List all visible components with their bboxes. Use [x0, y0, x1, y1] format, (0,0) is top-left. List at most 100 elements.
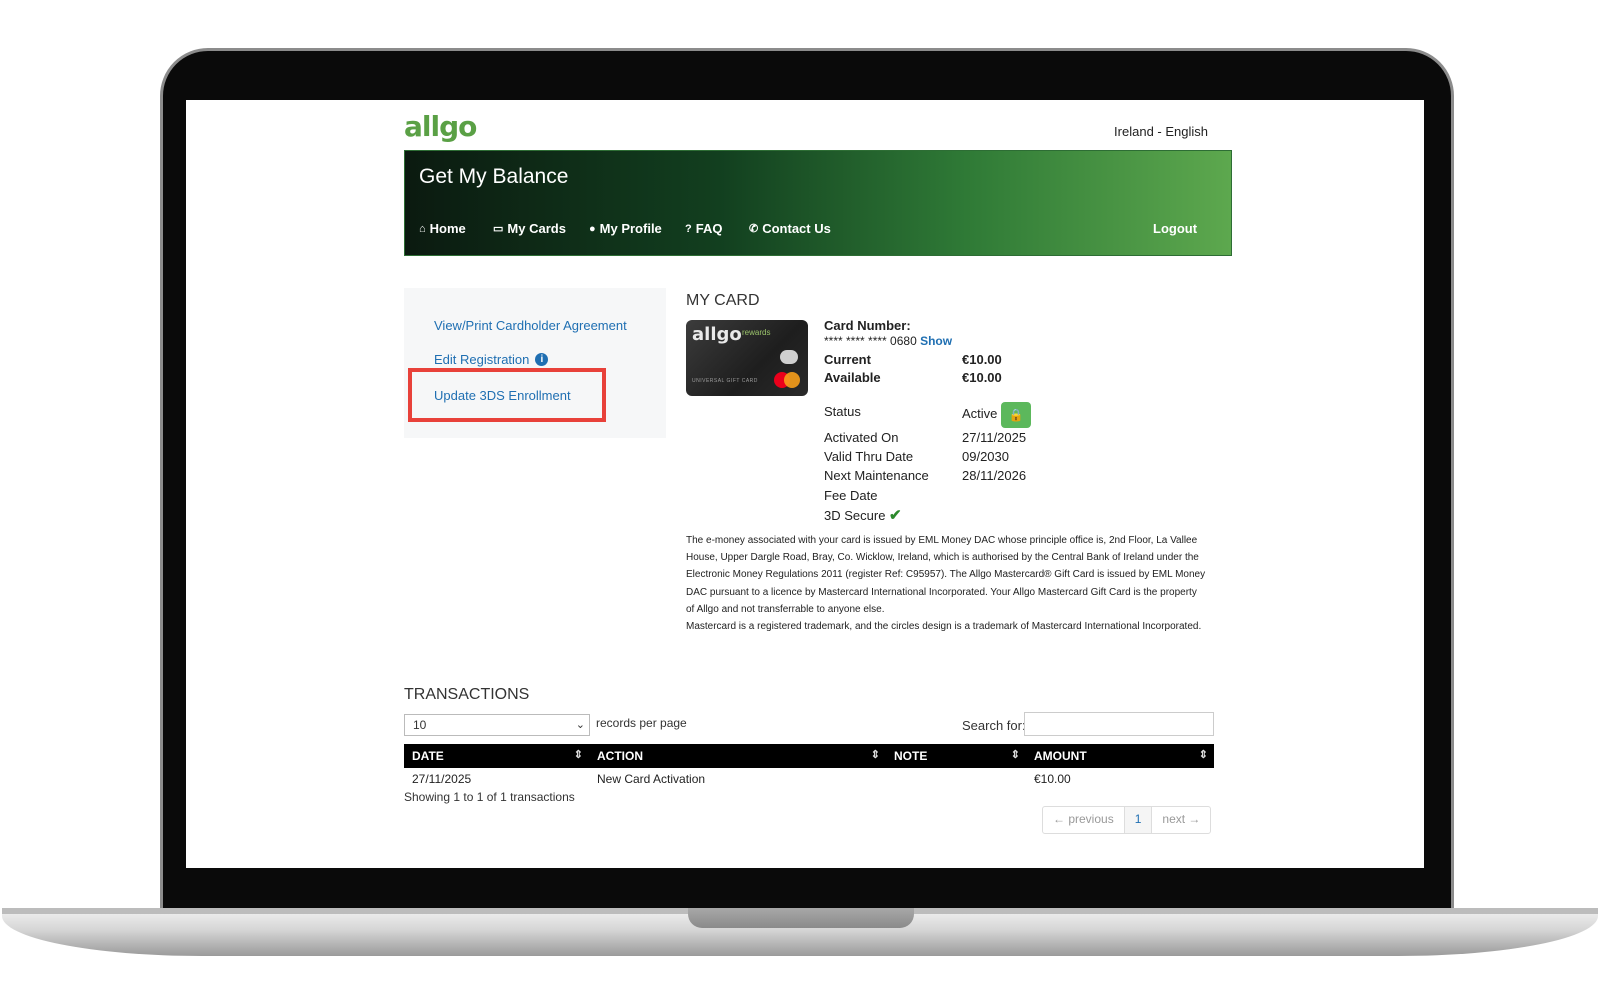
page-size-select[interactable]: 10 ⌄ [404, 714, 590, 736]
locale-selector[interactable]: Ireland - English [1114, 124, 1208, 139]
logout-label: Logout [1153, 221, 1198, 236]
sidebar: View/Print Cardholder Agreement Edit Reg… [404, 288, 666, 438]
valid-thru-value: 09/2030 [962, 449, 1009, 464]
disclaimer-line: DAC pursuant to a licence by Mastercard … [686, 586, 1197, 598]
card-subtitle: UNIVERSAL GIFT CARD [692, 378, 758, 384]
mastercard-yellow-circle [784, 372, 800, 388]
activated-on-label: Activated On [824, 430, 899, 445]
nav-home[interactable]: ⌂ Home [419, 221, 466, 236]
nav-my-profile-label: My Profile [599, 221, 662, 236]
highlight-box [408, 368, 606, 422]
main-nav: ⌂ Home ▭ My Cards ● My Profile ? FAQ ✆ Contac… [419, 221, 1217, 241]
column-header-date[interactable]: DATE ⇕ [404, 744, 589, 768]
mastercard-logo-icon [774, 372, 800, 388]
available-balance-value: €10.00 [962, 370, 1002, 385]
available-balance-label: Available [824, 370, 881, 385]
cell-action: New Card Activation [597, 772, 706, 786]
pagination: ← previous 1 next → [1042, 806, 1212, 834]
3d-secure-row: 3D Secure ✔ [824, 506, 902, 524]
sort-icon: ⇕ [1198, 749, 1208, 761]
nav-my-profile[interactable]: ● My Profile [589, 221, 662, 236]
transactions-table: DATE ⇕ ACTION ⇕ NOTE ⇕ AMOUNT ⇕ 27/11/2025 N… [404, 744, 1214, 790]
cell-amount: €10.00 [1034, 772, 1071, 786]
current-balance-label: Current [824, 352, 871, 367]
nav-faq-label: FAQ [695, 221, 723, 236]
valid-thru-label: Valid Thru Date [824, 449, 914, 464]
table-header-row: DATE ⇕ ACTION ⇕ NOTE ⇕ AMOUNT ⇕ [404, 744, 1214, 768]
show-card-number-link[interactable]: Show [920, 334, 952, 348]
column-header-label: ACTION [597, 749, 643, 763]
3d-secure-label: 3D Secure [824, 508, 886, 523]
lock-icon: 🔒 [1008, 408, 1024, 422]
previous-page-button[interactable]: ← previous [1043, 807, 1125, 833]
allgo-logo[interactable]: allgo [404, 110, 477, 143]
column-header-label: AMOUNT [1034, 749, 1087, 763]
card-rewards-text: rewards [742, 328, 771, 337]
transactions-summary: Showing 1 to 1 of 1 transactions [404, 790, 575, 804]
sort-icon: ⇕ [573, 749, 583, 761]
column-header-note[interactable]: NOTE ⇕ [886, 744, 1026, 768]
disclaimer-line: House, Upper Dargle Road, Bray, Co. Wick… [686, 552, 1199, 564]
transactions-heading: TRANSACTIONS [404, 686, 530, 703]
status-value: Active [962, 406, 998, 421]
card-logo: allgo [692, 324, 742, 345]
card-number-value: **** **** **** 0680 [824, 334, 917, 348]
sort-icon: ⇕ [870, 749, 880, 761]
my-card-heading: MY CARD [686, 292, 760, 309]
search-input[interactable] [1024, 712, 1214, 736]
search-label: Search for: [962, 718, 1026, 733]
card-number-row: **** **** **** 0680 Show [824, 334, 952, 348]
edit-registration-link[interactable]: Edit Registration i [434, 352, 549, 367]
page-size-value: 10 [413, 718, 427, 732]
column-header-action[interactable]: ACTION ⇕ [589, 744, 886, 768]
screen: allgo Ireland - English Get My Balance ⌂… [186, 100, 1424, 868]
table-row: 27/11/2025 New Card Activation €10.00 [404, 768, 1214, 790]
nav-my-cards-label: My Cards [507, 221, 566, 236]
disclaimer-line: Electronic Money Regulations 2011 (regis… [686, 569, 1206, 581]
nav-faq[interactable]: ? FAQ [685, 221, 722, 236]
column-header-label: NOTE [894, 749, 928, 763]
column-header-amount[interactable]: AMOUNT ⇕ [1026, 744, 1214, 768]
next-maintenance-label: Next Maintenance [824, 468, 929, 483]
cell-date: 27/11/2025 [412, 772, 472, 786]
column-header-label: DATE [412, 749, 444, 763]
legal-disclaimer: The e-money associated with your card is… [686, 532, 1232, 635]
card-image: allgo rewards UNIVERSAL GIFT CARD [686, 320, 808, 396]
logout-link[interactable]: Logout [1153, 221, 1197, 236]
laptop-notch [688, 908, 914, 928]
nav-my-cards[interactable]: ▭ My Cards [493, 221, 566, 236]
credit-card-icon: ▭ [493, 223, 504, 235]
records-per-page-label: records per page [596, 716, 687, 730]
activated-on-value: 27/11/2025 [962, 430, 1027, 445]
disclaimer-line: Mastercard is a registered trademark, an… [686, 621, 1202, 633]
page-1-button[interactable]: 1 [1124, 807, 1153, 833]
card-chip [780, 350, 798, 364]
page-content: allgo Ireland - English Get My Balance ⌂… [404, 100, 1232, 868]
status-label: Status [824, 404, 861, 419]
nav-contact-us[interactable]: ✆ Contact Us [749, 221, 831, 236]
cardholder-agreement-link[interactable]: View/Print Cardholder Agreement [434, 318, 627, 333]
info-icon[interactable]: i [535, 353, 549, 366]
card-number-label: Card Number: [824, 318, 911, 333]
user-icon: ● [589, 222, 596, 235]
brand-row: allgo Ireland - English [404, 108, 1232, 148]
edit-registration-label: Edit Registration [434, 352, 530, 367]
page-title: Get My Balance [419, 165, 569, 188]
disclaimer-line: The e-money associated with your card is… [686, 535, 1198, 546]
next-page-button[interactable]: next → [1152, 807, 1210, 833]
checkmark-icon: ✔ [889, 507, 902, 524]
nav-home-label: Home [429, 221, 466, 236]
chevron-down-icon: ⌄ [575, 719, 585, 731]
nav-contact-us-label: Contact Us [762, 221, 831, 236]
fee-date-label: Fee Date [824, 488, 878, 503]
hero-banner: Get My Balance ⌂ Home ▭ My Cards ● My Profi… [404, 150, 1232, 256]
question-circle-icon: ? [685, 222, 692, 235]
disclaimer-line: of Allgo and not transferrable to anyone… [686, 603, 885, 615]
phone-icon: ✆ [749, 223, 759, 235]
home-icon: ⌂ [419, 222, 426, 235]
cell-note [886, 768, 1026, 790]
sort-icon: ⇕ [1010, 749, 1020, 761]
next-maintenance-value: 28/11/2026 [962, 468, 1027, 483]
lock-card-button[interactable]: 🔒 [1001, 402, 1031, 428]
current-balance-value: €10.00 [962, 352, 1002, 367]
